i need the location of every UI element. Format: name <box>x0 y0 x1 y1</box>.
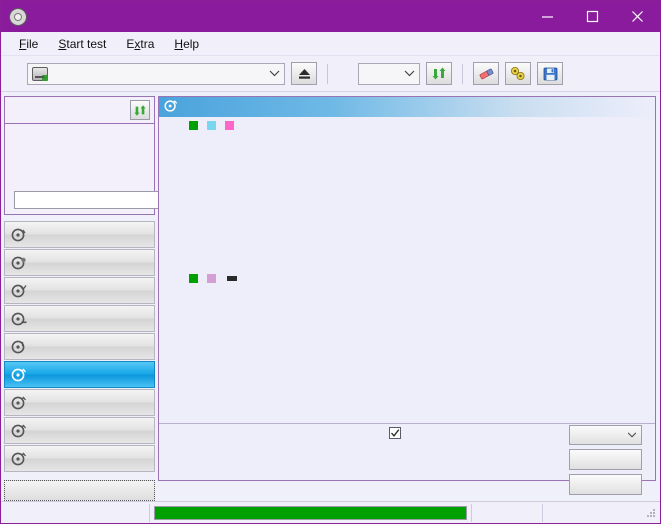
status-divider-1 <box>149 503 150 522</box>
menu-item-help-rest: elp <box>183 36 200 51</box>
menu-bar: File Start test Extra Help <box>1 32 660 56</box>
sidebar-item-transfer-rate[interactable] <box>4 221 155 248</box>
right-panel <box>158 92 660 495</box>
legend-read-speed <box>207 120 220 130</box>
status-message <box>1 502 149 524</box>
toolbar <box>1 56 660 92</box>
status-bar <box>1 501 660 523</box>
sidebar-item-drive-info[interactable] <box>4 305 155 332</box>
legend-swatch-bis <box>189 273 198 283</box>
resize-grip-icon[interactable] <box>645 507 657 519</box>
tools-button[interactable] <box>505 62 531 85</box>
disc-detail-icon <box>11 339 27 355</box>
menu-item-extra-rest: tra <box>140 36 155 51</box>
menu-item-start-test-rest: tart test <box>66 36 107 51</box>
disc-extra-icon <box>11 451 27 467</box>
legend-ldc <box>189 120 202 130</box>
disc-quality-panel <box>158 96 656 495</box>
main-content <box>1 92 660 501</box>
disc-label-row <box>10 190 218 210</box>
progress-bar-fill <box>155 506 466 519</box>
disc-verify-icon <box>11 283 27 299</box>
test-speed-select[interactable] <box>569 425 642 445</box>
start-full-button[interactable] <box>569 449 642 470</box>
disc-fete-icon <box>11 423 27 439</box>
ldc-chart-legend <box>161 118 653 132</box>
close-icon[interactable] <box>615 1 660 32</box>
disc-row-length <box>10 157 149 172</box>
sidebar-item-cd-bler[interactable] <box>4 389 155 416</box>
disc-row-mid <box>10 142 149 157</box>
disc-row-type <box>10 127 149 142</box>
eject-button[interactable] <box>291 62 317 85</box>
progress-bar <box>154 505 467 520</box>
disc-row-contents <box>10 172 149 187</box>
menu-item-file-rest: ile <box>26 36 39 51</box>
menu-item-file[interactable]: File <box>9 34 48 54</box>
drive-select[interactable] <box>27 62 285 85</box>
legend-swatch-jitter <box>207 273 216 283</box>
chevron-down-icon <box>627 429 637 441</box>
disc-quality-icon <box>11 367 27 383</box>
disc-refresh-button[interactable] <box>130 100 150 120</box>
toolbar-divider-1 <box>327 63 328 84</box>
maximize-icon[interactable] <box>570 1 615 32</box>
menu-item-start-test[interactable]: Start test <box>48 34 116 54</box>
chevron-down-icon <box>261 68 280 80</box>
sidebar-item-disc-quality[interactable] <box>4 361 155 388</box>
toolbar-divider-2 <box>462 63 463 84</box>
legend-jitter <box>207 273 220 283</box>
legend-swatch-ldc <box>189 120 198 130</box>
disc-info-icon <box>11 311 27 327</box>
disc-info-box <box>4 96 218 215</box>
bis-chart-legend <box>161 271 653 285</box>
legend-swatch-extra <box>227 275 237 281</box>
disc-quality-header <box>159 97 655 117</box>
refresh-button[interactable] <box>426 62 452 85</box>
stats-panel <box>159 423 655 495</box>
drive-icon <box>32 66 48 81</box>
elapsed-time <box>543 502 625 524</box>
sidebar-item-disc-info[interactable] <box>4 333 155 360</box>
ldc-chart <box>161 132 653 268</box>
start-part-button[interactable] <box>569 474 642 495</box>
chevron-down-icon <box>396 68 415 80</box>
app-window: File Start test Extra Help <box>0 0 661 524</box>
sidebar-nav <box>4 221 155 472</box>
disc-write-icon <box>11 255 27 271</box>
sidebar-item-verify-test-disc[interactable] <box>4 277 155 304</box>
disc-icon <box>9 7 27 26</box>
sidebar-item-fe-te[interactable] <box>4 417 155 444</box>
disc-box-header <box>5 97 154 124</box>
title-bar <box>1 1 660 32</box>
bis-jitter-chart <box>161 285 653 421</box>
disc-bler-icon <box>11 395 27 411</box>
jitter-checkbox[interactable] <box>389 427 401 439</box>
left-panel <box>1 92 218 501</box>
status-window-button[interactable] <box>4 480 155 501</box>
window-controls <box>525 1 660 32</box>
legend-swatch-write-speed <box>225 120 234 130</box>
save-button[interactable] <box>537 62 563 85</box>
menu-item-extra[interactable]: Extra <box>116 34 164 54</box>
legend-swatch-read-speed <box>207 120 216 130</box>
sidebar-item-create-test-disc[interactable] <box>4 249 155 276</box>
minimize-icon[interactable] <box>525 1 570 32</box>
speed-select[interactable] <box>358 62 420 85</box>
disc-rows <box>5 124 218 214</box>
legend-bis <box>189 273 202 283</box>
sidebar-item-extra-tests[interactable] <box>4 445 155 472</box>
progress-percent <box>472 502 542 524</box>
legend-write-speed <box>225 120 238 130</box>
menu-item-help[interactable]: Help <box>164 34 209 54</box>
charts-area <box>159 117 655 421</box>
disc-quality-icon <box>164 99 178 116</box>
disc-speed-icon <box>11 227 27 243</box>
eraser-button[interactable] <box>473 62 499 85</box>
